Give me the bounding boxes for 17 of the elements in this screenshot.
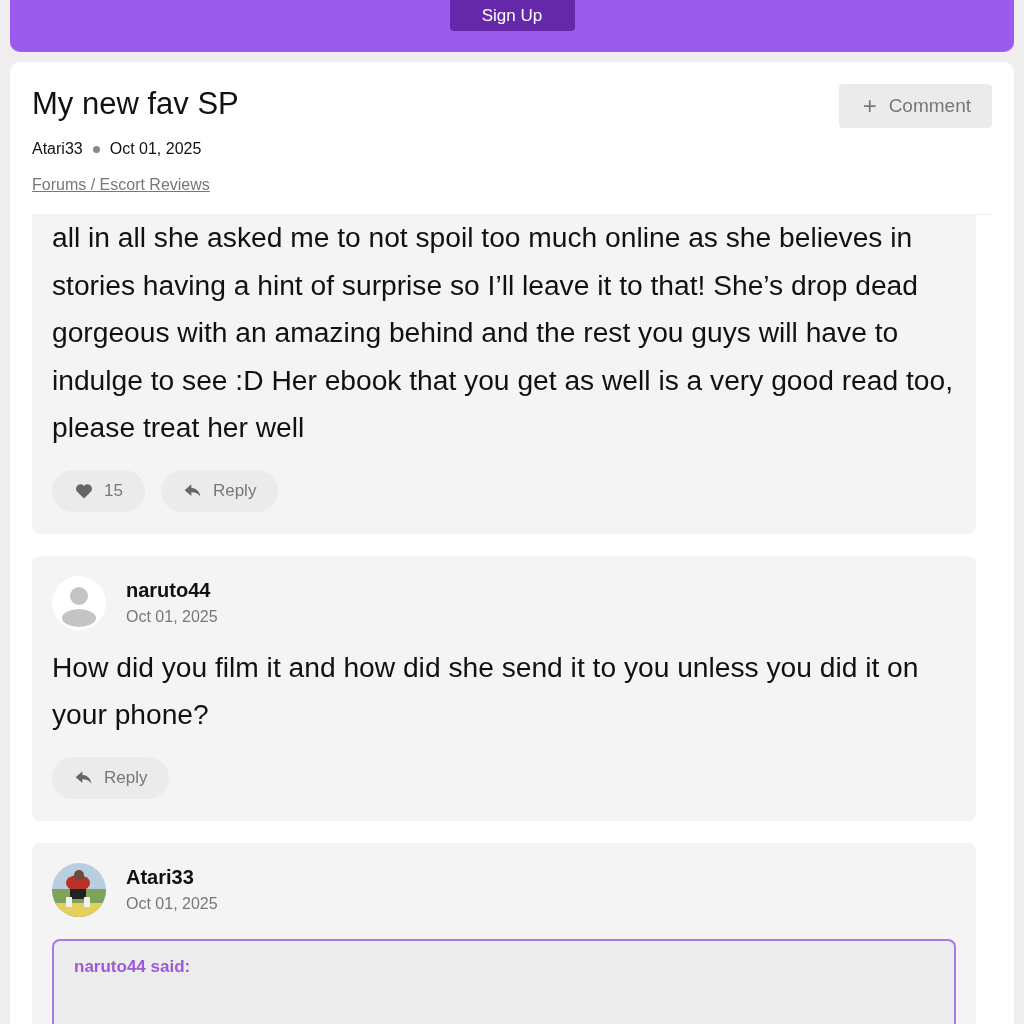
post-date: Oct 01, 2025 [126, 895, 218, 913]
post-date: Oct 01, 2025 [126, 608, 218, 626]
breadcrumb-link[interactable]: Forums / Escort Reviews [32, 176, 210, 194]
quote-author[interactable]: naruto44 said: [74, 956, 191, 976]
post-author[interactable]: naruto44 [126, 579, 218, 602]
sign-up-button[interactable]: Sign Up [449, 0, 575, 31]
post-text: all in all she asked me to not spoil too much online as she believes in stories having a hint of surprise so I’ll leave it to that! She’s drop dead gorgeous with an amazing behind and the rest you guys will have to indulge to see :D Her ebook that you get as well is a very good read too, please treat her well [52, 220, 954, 445]
post-text: How did you film it and how did she send it to you unless you did it on your phone? [52, 649, 920, 732]
author-name[interactable]: Atari33 [32, 140, 83, 158]
reply-button[interactable]: Reply [160, 469, 279, 512]
thread-title: My new fav SP [32, 86, 239, 122]
post-author[interactable]: Atari33 [126, 866, 218, 889]
separator-dot [92, 145, 100, 153]
like-button[interactable]: 15 [52, 469, 145, 512]
reply-button[interactable]: Reply [52, 756, 170, 799]
post-date: Oct 01, 2025 [109, 140, 202, 158]
comment-button[interactable]: + Comment [838, 84, 992, 128]
